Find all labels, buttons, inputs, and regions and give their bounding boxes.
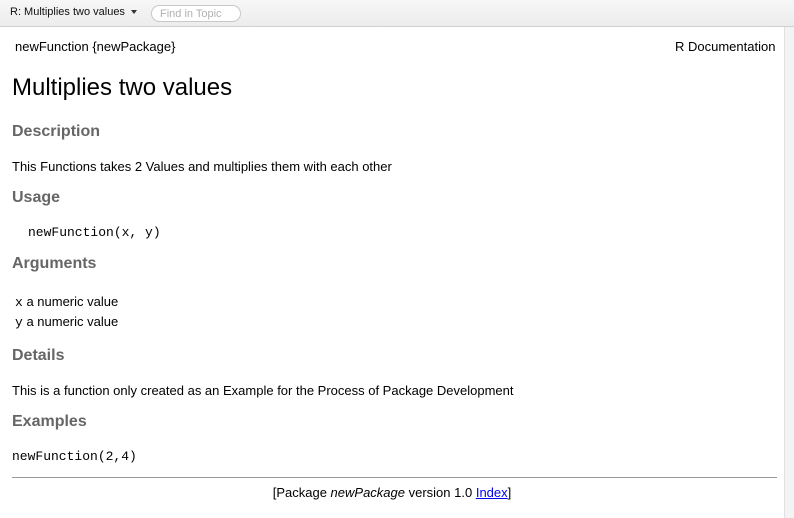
find-in-topic-input[interactable] [151, 5, 241, 22]
chevron-down-icon [130, 10, 137, 14]
argument-row: x a numeric value [15, 294, 118, 310]
footer-suffix: ] [507, 485, 512, 500]
usage-code: newFunction(x, y) [28, 225, 161, 240]
examples-code: newFunction(2,4) [12, 449, 137, 464]
topic-dropdown[interactable]: R: Multiplies two values [10, 6, 137, 18]
footer-divider [12, 477, 777, 478]
argument-row: y a numeric value [15, 314, 118, 330]
argument-description: a numeric value [26, 294, 119, 309]
argument-name: y [15, 315, 23, 330]
argument-name: x [15, 295, 23, 310]
doc-header-right: R Documentation [675, 39, 776, 54]
page-title: Multiplies two values [12, 74, 233, 101]
details-text: This is a function only created as an Ex… [12, 383, 514, 398]
usage-heading: Usage [12, 189, 61, 206]
footer-package-name: newPackage [330, 485, 405, 500]
vertical-scrollbar[interactable] [784, 27, 794, 518]
description-text: This Functions takes 2 Values and multip… [12, 159, 392, 174]
argument-description: a numeric value [26, 314, 119, 329]
topic-dropdown-label: R: Multiplies two values [10, 6, 125, 18]
details-heading: Details [12, 347, 65, 364]
footer: [Package newPackage version 1.0 Index] [0, 485, 784, 500]
footer-version: version 1.0 [405, 485, 476, 500]
examples-heading: Examples [12, 413, 87, 430]
doc-header-left: newFunction {newPackage} [15, 39, 176, 54]
index-link[interactable]: Index [476, 485, 508, 500]
arguments-heading: Arguments [12, 255, 97, 272]
help-toolbar: R: Multiplies two values [0, 0, 794, 27]
footer-prefix: [Package [272, 485, 331, 500]
description-heading: Description [12, 123, 101, 140]
